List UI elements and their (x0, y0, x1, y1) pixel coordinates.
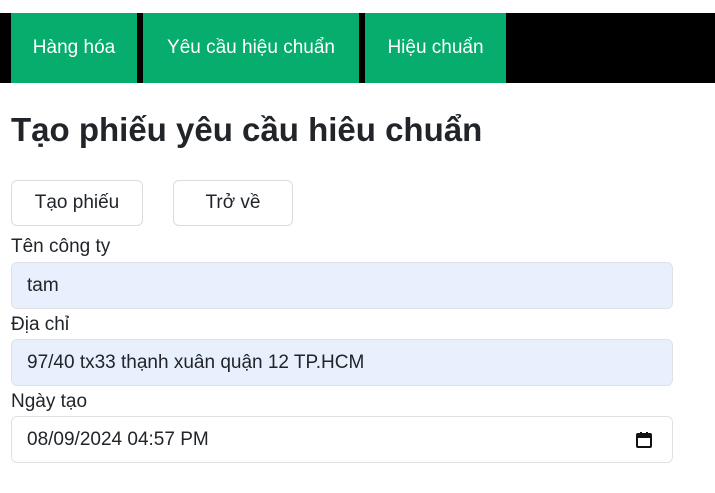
create-form-button[interactable]: Tạo phiếu (11, 180, 143, 226)
page-title: Tạo phiếu yêu cầu hiêu chuẩn (11, 111, 483, 148)
company-name-field[interactable]: tam (11, 262, 673, 309)
created-date-label: Ngày tạo (11, 391, 88, 412)
nav-item-hang-hoa[interactable]: Hàng hóa (11, 13, 137, 83)
nav-item-yeu-cau-hieu-chuan[interactable]: Yêu cầu hiệu chuẩn (143, 13, 359, 83)
created-date-value: 08/09/2024 04:57 PM (27, 429, 209, 450)
address-label: Địa chỉ (11, 314, 70, 335)
company-name-label: Tên công ty (11, 236, 111, 257)
created-date-field[interactable]: 08/09/2024 04:57 PM (11, 416, 673, 463)
address-field[interactable]: 97/40 tx33 thạnh xuân quận 12 TP.HCM (11, 339, 673, 386)
nav-item-hieu-chuan[interactable]: Hiệu chuẩn (365, 13, 506, 83)
calendar-icon[interactable] (635, 431, 653, 449)
top-strip (0, 0, 715, 13)
main-navbar: Hàng hóa Yêu cầu hiệu chuẩn Hiệu chuẩn (0, 13, 715, 83)
back-button[interactable]: Trở về (173, 180, 293, 226)
